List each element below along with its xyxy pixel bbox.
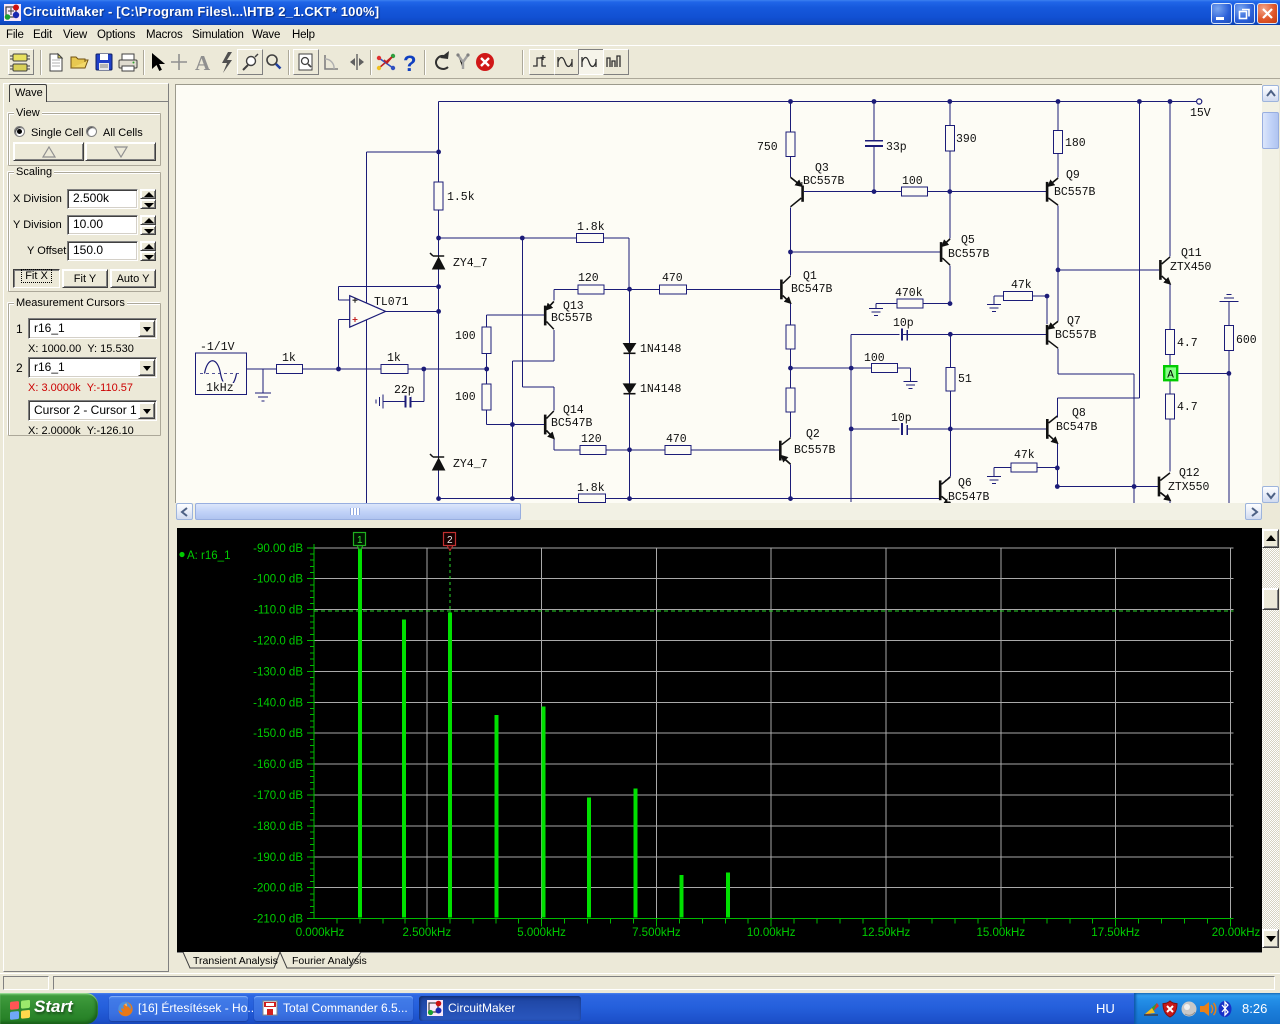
svg-text:47k: 47k: [1011, 279, 1032, 292]
svg-text:ZY4_7: ZY4_7: [453, 257, 488, 270]
svg-text:BC557B: BC557B: [803, 175, 845, 188]
svg-text:51: 51: [958, 373, 972, 386]
svg-text:100: 100: [455, 330, 476, 343]
svg-text:Q9: Q9: [1066, 169, 1080, 182]
svg-text:47k: 47k: [1014, 449, 1035, 462]
svg-text:BC547B: BC547B: [551, 417, 593, 430]
svg-text:20.00kHz: 20.00kHz: [1212, 927, 1261, 939]
svg-text:1N4148: 1N4148: [640, 383, 682, 396]
svg-text:ZTX450: ZTX450: [1170, 261, 1212, 274]
svg-text:TL071: TL071: [374, 296, 409, 309]
svg-text:-210.0 dB: -210.0 dB: [253, 913, 303, 925]
svg-text:-160.0 dB: -160.0 dB: [253, 759, 303, 771]
svg-text:-110.0 dB: -110.0 dB: [254, 605, 303, 617]
svg-text:Fourier Analysis: Fourier Analysis: [292, 955, 367, 967]
svg-text:22p: 22p: [394, 384, 415, 397]
svg-text:-180.0 dB: -180.0 dB: [253, 821, 303, 833]
svg-text:1.5k: 1.5k: [447, 191, 475, 204]
svg-text:390: 390: [956, 133, 977, 146]
svg-text:750: 750: [757, 141, 778, 154]
svg-text:1N4148: 1N4148: [640, 343, 682, 356]
svg-text:100: 100: [864, 352, 885, 365]
svg-text:ZTX550: ZTX550: [1168, 481, 1210, 494]
svg-text:Q3: Q3: [815, 162, 829, 175]
svg-text:470: 470: [666, 433, 687, 446]
svg-text:15V: 15V: [1190, 107, 1211, 120]
svg-text:-170.0 dB: -170.0 dB: [253, 790, 303, 802]
svg-text:Q11: Q11: [1181, 247, 1202, 260]
svg-text:Q6: Q6: [958, 477, 972, 490]
svg-text:A: A: [195, 51, 211, 75]
svg-text:Q7: Q7: [1067, 315, 1081, 328]
svg-text:1k: 1k: [282, 352, 296, 365]
svg-text:-120.0 dB: -120.0 dB: [253, 636, 303, 648]
svg-text:1: 1: [357, 535, 363, 546]
svg-text:180: 180: [1065, 137, 1086, 150]
svg-text:0.000kHz: 0.000kHz: [296, 927, 345, 939]
svg-text:-190.0 dB: -190.0 dB: [253, 852, 303, 864]
svg-text:Q1: Q1: [803, 270, 817, 283]
svg-text:10.00kHz: 10.00kHz: [747, 927, 796, 939]
svg-text:ZY4_7: ZY4_7: [453, 458, 488, 471]
svg-text:5.000kHz: 5.000kHz: [517, 927, 566, 939]
svg-text:Q5: Q5: [961, 234, 975, 247]
svg-text:17.50kHz: 17.50kHz: [1091, 927, 1140, 939]
svg-text:-150.0 dB: -150.0 dB: [253, 728, 303, 740]
svg-text:120: 120: [578, 272, 599, 285]
svg-text:-1/1V: -1/1V: [200, 341, 235, 354]
svg-text:BC557B: BC557B: [551, 312, 593, 325]
svg-text:10p: 10p: [893, 317, 914, 330]
svg-text:Transient Analysis: Transient Analysis: [193, 955, 278, 967]
svg-text:1.8k: 1.8k: [577, 221, 605, 234]
svg-text:BC547B: BC547B: [791, 283, 833, 296]
svg-text:-200.0 dB: -200.0 dB: [253, 883, 303, 895]
svg-text:33p: 33p: [886, 141, 907, 154]
svg-text:Q2: Q2: [806, 428, 820, 441]
svg-text:-130.0 dB: -130.0 dB: [253, 666, 303, 678]
svg-text:BC557B: BC557B: [794, 444, 836, 457]
svg-text:470: 470: [662, 272, 683, 285]
svg-text:15.00kHz: 15.00kHz: [977, 927, 1026, 939]
svg-text:BC557B: BC557B: [948, 248, 990, 261]
svg-text:120: 120: [581, 433, 602, 446]
svg-text:?: ?: [403, 51, 416, 76]
svg-text:-90.00 dB: -90.00 dB: [253, 543, 303, 555]
svg-text:100: 100: [455, 391, 476, 404]
svg-text:4.7: 4.7: [1177, 401, 1198, 414]
svg-text:10p: 10p: [891, 412, 912, 425]
svg-text:A: A: [1167, 370, 1174, 382]
svg-text:Q14: Q14: [563, 404, 584, 417]
svg-text:1k: 1k: [387, 352, 401, 365]
svg-text:4.7: 4.7: [1177, 337, 1198, 350]
svg-text:Q8: Q8: [1072, 407, 1086, 420]
svg-text:2: 2: [447, 535, 453, 546]
svg-text:12.50kHz: 12.50kHz: [862, 927, 911, 939]
svg-text:BC547B: BC547B: [1056, 421, 1098, 434]
svg-text:2.500kHz: 2.500kHz: [403, 927, 452, 939]
svg-text:7.500kHz: 7.500kHz: [632, 927, 681, 939]
svg-text:600: 600: [1236, 334, 1257, 347]
svg-text:-140.0 dB: -140.0 dB: [253, 697, 303, 709]
svg-text:BC557B: BC557B: [1054, 186, 1096, 199]
svg-text:A: r16_1: A: r16_1: [187, 550, 230, 562]
svg-text:1kHz: 1kHz: [206, 382, 234, 395]
svg-text:BC547B: BC547B: [948, 491, 990, 503]
svg-text:100: 100: [902, 175, 923, 188]
svg-text:Q12: Q12: [1179, 467, 1200, 480]
svg-text:470k: 470k: [895, 287, 923, 300]
svg-text:BC557B: BC557B: [1055, 329, 1097, 342]
svg-text:1.8k: 1.8k: [577, 482, 605, 495]
svg-text:-100.0 dB: -100.0 dB: [253, 574, 303, 586]
